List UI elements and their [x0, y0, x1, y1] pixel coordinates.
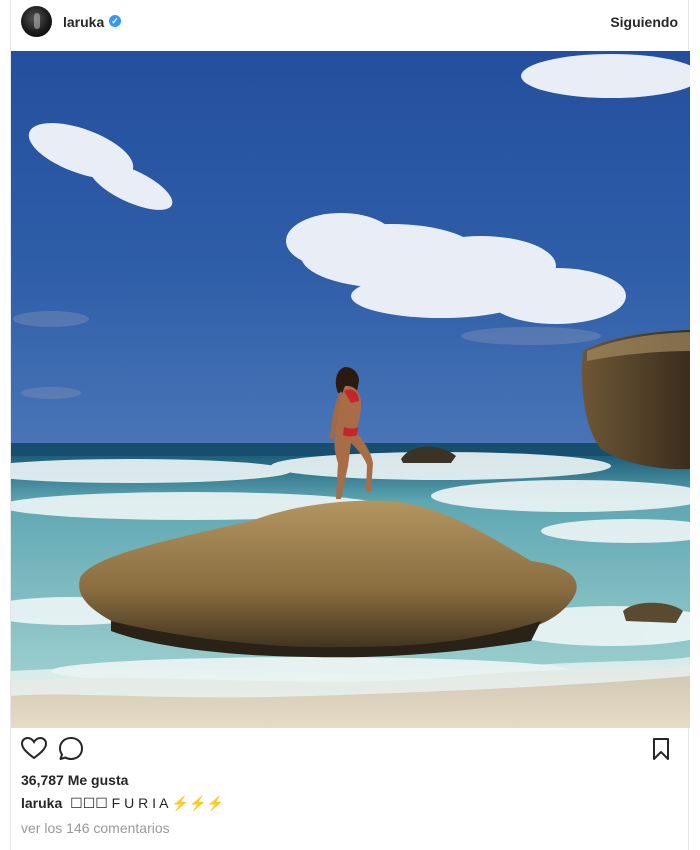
- username[interactable]: laruka: [63, 14, 104, 30]
- post-actions: [11, 733, 688, 765]
- caption-text: ☐☐☐ F U R I A ⚡⚡⚡: [70, 795, 224, 811]
- post-photo[interactable]: [11, 51, 690, 728]
- post-card: laruka ✓ Siguiendo 36,787 Me gusta laruk…: [10, 0, 690, 850]
- beach-photo: [11, 51, 690, 728]
- following-button[interactable]: Siguiendo: [610, 14, 678, 30]
- caption: laruka ☐☐☐ F U R I A ⚡⚡⚡: [21, 795, 224, 812]
- heart-icon[interactable]: [20, 735, 48, 763]
- view-comments-link[interactable]: ver los 146 comentarios: [21, 820, 170, 836]
- comment-icon[interactable]: [57, 735, 85, 763]
- likes-count[interactable]: 36,787 Me gusta: [21, 772, 128, 788]
- bookmark-icon[interactable]: [647, 735, 675, 763]
- verified-badge-icon: ✓: [109, 15, 121, 27]
- post-header: laruka ✓ Siguiendo: [11, 0, 688, 48]
- caption-username[interactable]: laruka: [21, 795, 62, 811]
- avatar[interactable]: [21, 6, 52, 37]
